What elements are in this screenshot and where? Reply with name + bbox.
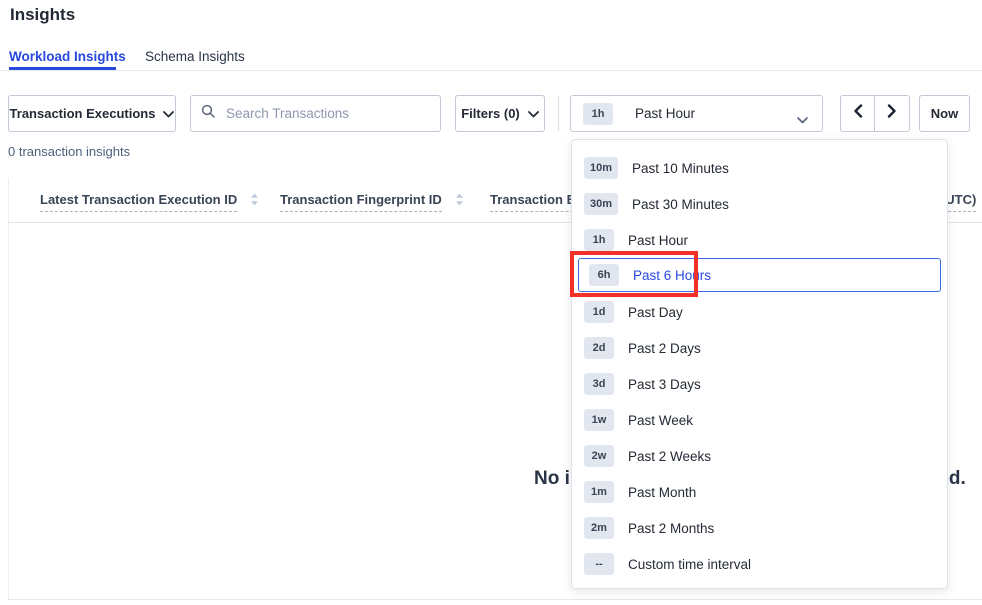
column-header-latest-transaction-execution-id[interactable]: Latest Transaction Execution ID	[40, 192, 259, 212]
time-option-badge: 6h	[589, 264, 619, 286]
execution-type-select[interactable]: Transaction Executions	[8, 95, 176, 132]
time-option-custom-interval[interactable]: -- Custom time interval	[572, 546, 947, 582]
search-input[interactable]	[224, 105, 430, 122]
time-option-badge: 3d	[584, 373, 614, 395]
chevron-down-icon	[163, 106, 174, 121]
time-option-past-week[interactable]: 1w Past Week	[572, 402, 947, 438]
time-option-past-hour[interactable]: 1h Past Hour	[572, 222, 947, 258]
time-option-badge: 1h	[584, 229, 614, 251]
time-option-past-30-minutes[interactable]: 30m Past 30 Minutes	[572, 186, 947, 222]
time-option-past-6-hours[interactable]: 6h Past 6 Hours	[578, 258, 941, 292]
now-button-label: Now	[931, 106, 958, 121]
previous-interval-button[interactable]	[840, 95, 875, 132]
filters-button-label: Filters (0)	[461, 106, 520, 121]
time-interval-label: Past Hour	[635, 106, 695, 121]
page-title: Insights	[10, 5, 75, 25]
chevron-left-icon	[853, 104, 863, 123]
time-option-past-2-months[interactable]: 2m Past 2 Months	[572, 510, 947, 546]
tab-schema-insights[interactable]: Schema Insights	[145, 49, 245, 64]
next-interval-button[interactable]	[875, 95, 910, 132]
insights-page: Insights Workload Insights Schema Insigh…	[0, 0, 982, 605]
execution-type-select-label: Transaction Executions	[10, 106, 156, 121]
time-option-badge: 2d	[584, 337, 614, 359]
time-nav-group	[840, 95, 910, 132]
tab-workload-insights[interactable]: Workload Insights	[9, 49, 126, 64]
time-interval-badge: 1h	[583, 103, 613, 125]
time-option-past-3-days[interactable]: 3d Past 3 Days	[572, 366, 947, 402]
time-option-past-2-days[interactable]: 2d Past 2 Days	[572, 330, 947, 366]
sort-arrows-icon[interactable]	[250, 193, 259, 209]
sort-arrows-icon[interactable]	[455, 193, 464, 209]
time-option-past-day[interactable]: 1d Past Day	[572, 294, 947, 330]
filters-button[interactable]: Filters (0)	[455, 95, 545, 132]
toolbar-divider	[558, 96, 559, 131]
search-box[interactable]	[190, 95, 441, 132]
time-option-badge: 30m	[584, 193, 618, 215]
time-option-badge: 1m	[584, 481, 614, 503]
chevron-right-icon	[887, 104, 897, 123]
time-option-badge: 1w	[584, 409, 614, 431]
time-option-past-10-minutes[interactable]: 10m Past 10 Minutes	[572, 150, 947, 186]
time-option-badge: 10m	[584, 157, 618, 179]
time-option-badge: 2w	[584, 445, 614, 467]
column-header-transaction-fingerprint-id[interactable]: Transaction Fingerprint ID	[280, 192, 464, 212]
time-option-past-month[interactable]: 1m Past Month	[572, 474, 947, 510]
now-button[interactable]: Now	[919, 95, 970, 132]
time-interval-dropdown: 10m Past 10 Minutes 30m Past 30 Minutes …	[571, 139, 948, 589]
time-option-badge: 2m	[584, 517, 614, 539]
time-interval-select[interactable]: 1h Past Hour	[570, 95, 823, 132]
insights-count: 0 transaction insights	[8, 144, 130, 159]
tabs-divider	[0, 70, 982, 71]
time-option-badge: --	[584, 553, 614, 575]
chevron-down-icon	[528, 106, 539, 121]
time-option-past-2-weeks[interactable]: 2w Past 2 Weeks	[572, 438, 947, 474]
chevron-down-icon	[797, 112, 808, 127]
time-option-badge: 1d	[584, 301, 614, 323]
search-icon	[201, 104, 216, 124]
